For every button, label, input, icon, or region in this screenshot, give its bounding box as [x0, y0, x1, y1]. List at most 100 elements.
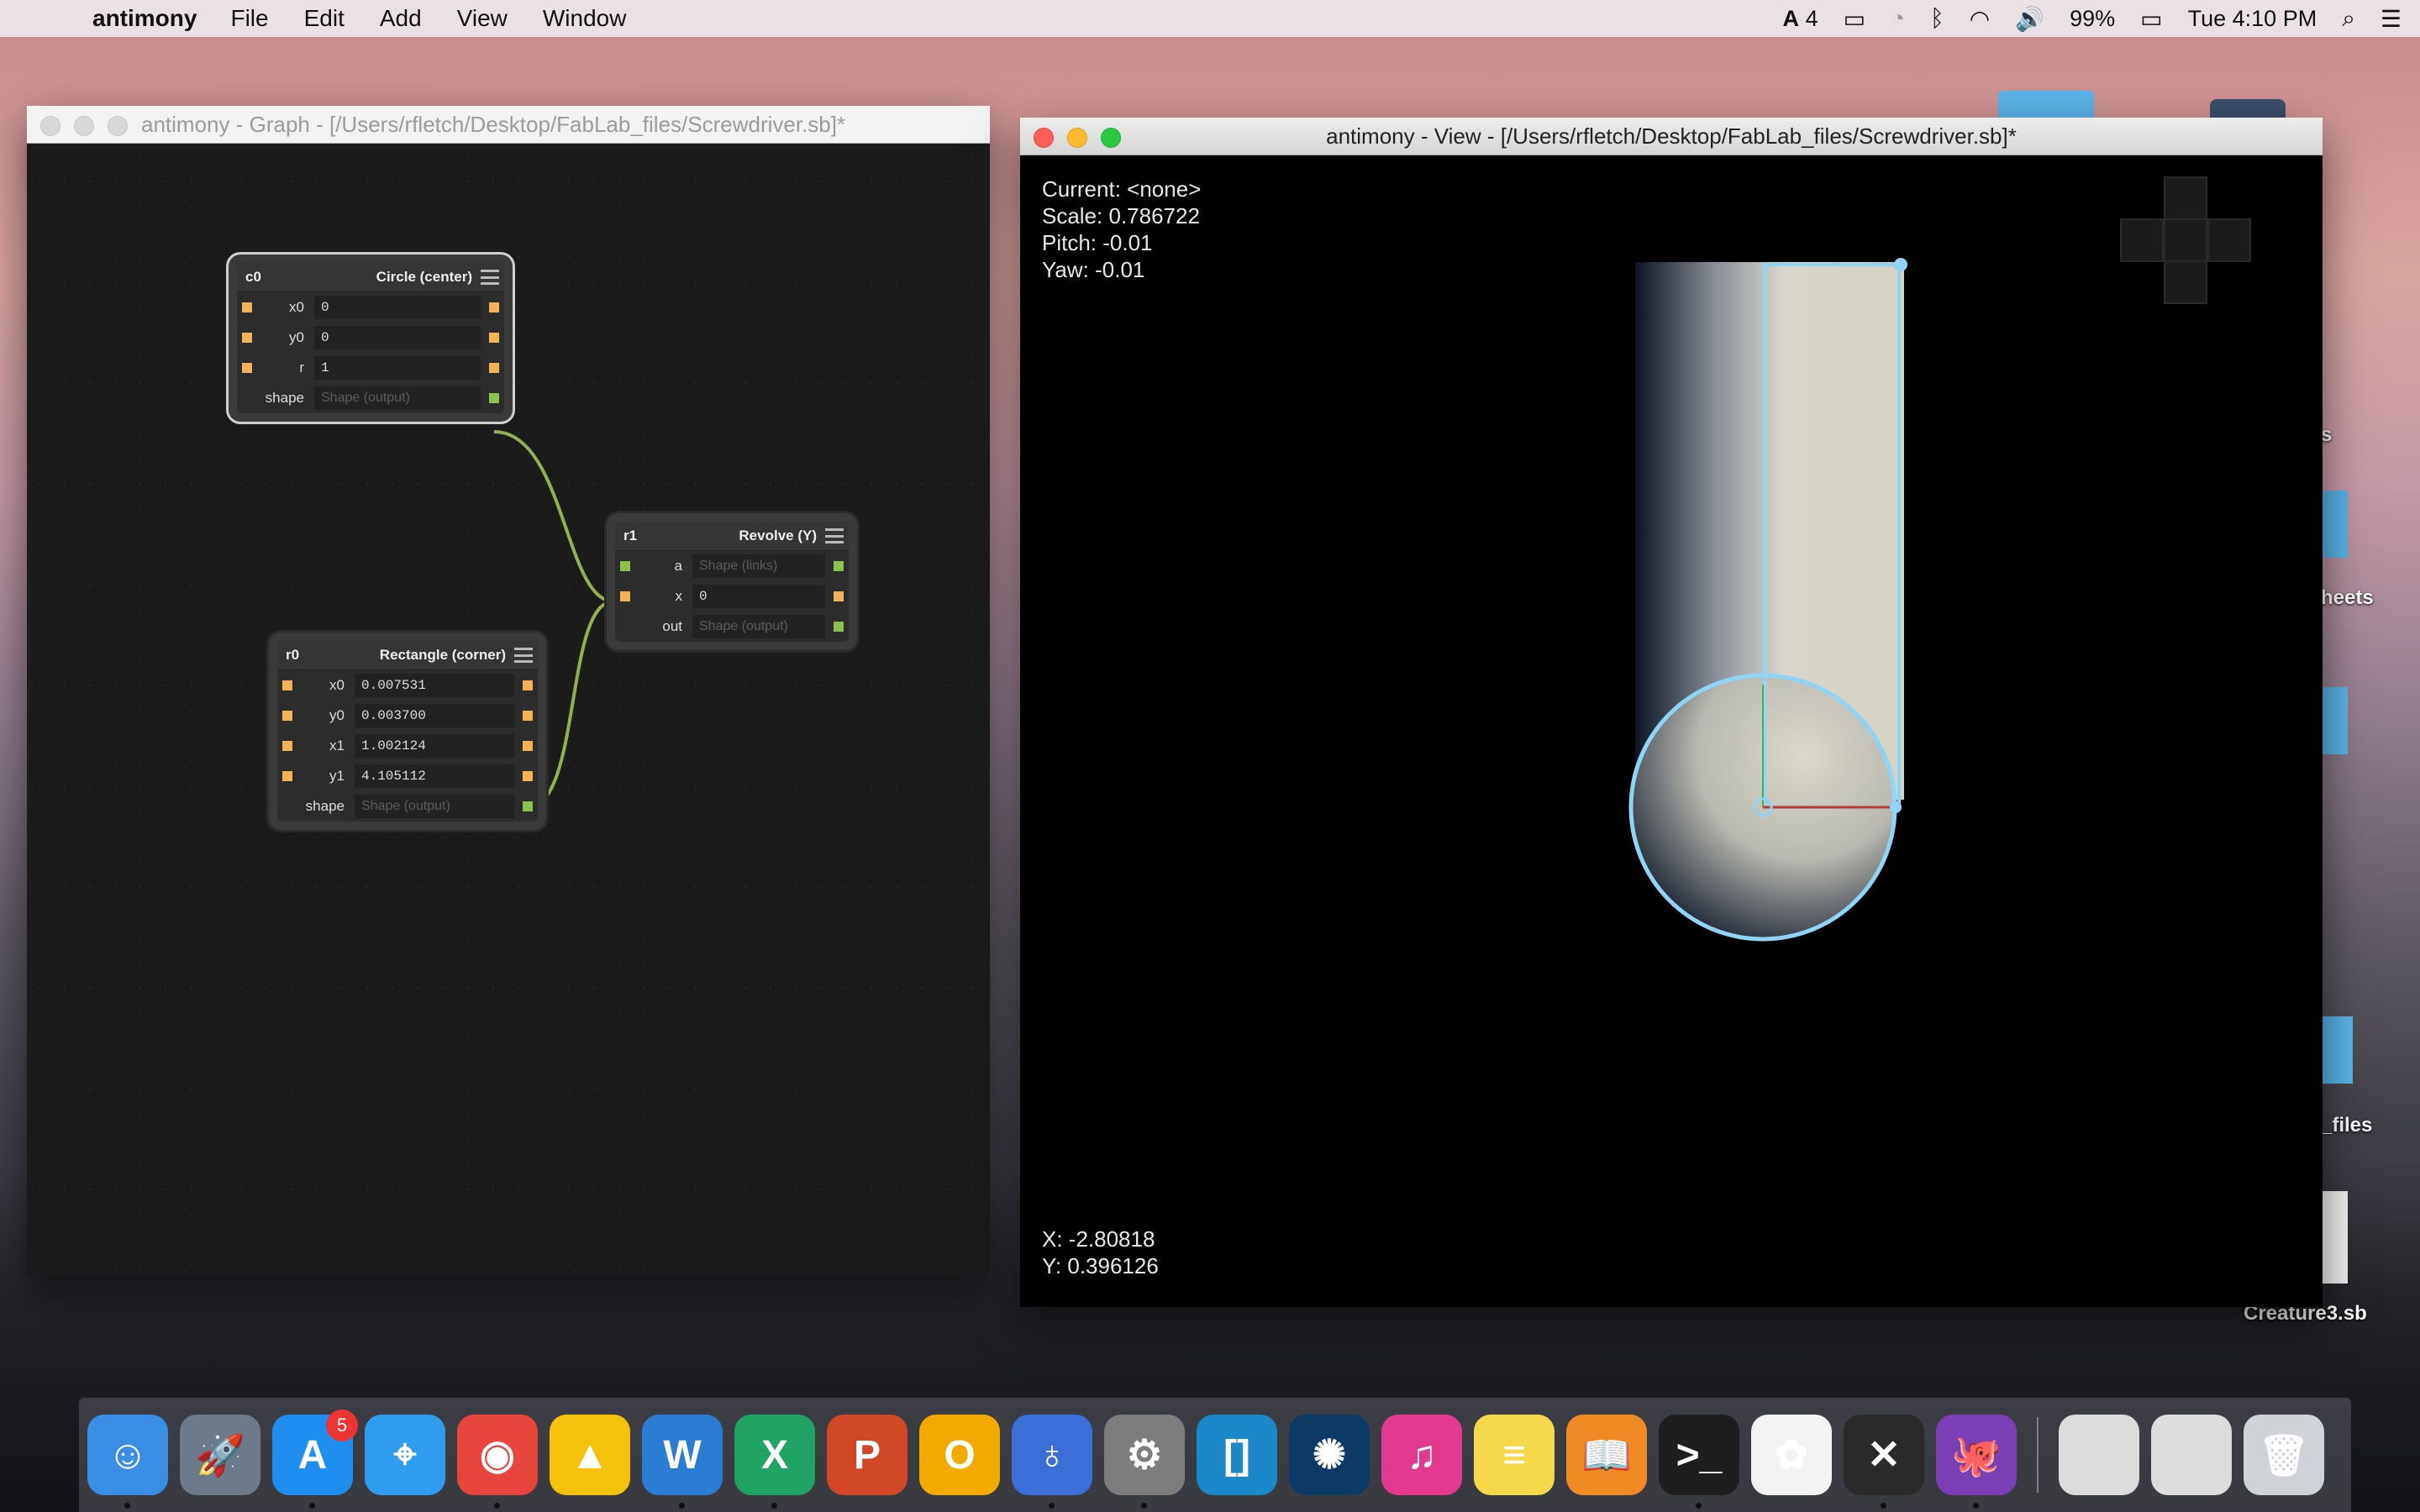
system-preferences-icon[interactable]: ⚙	[1104, 1415, 1185, 1509]
output-port[interactable]	[523, 741, 533, 751]
3d-viewport[interactable]: Current: <none> Scale: 0.786722 Pitch: -…	[1020, 155, 2323, 1307]
shape-output-port[interactable]	[834, 622, 844, 632]
output-port[interactable]	[834, 591, 844, 601]
field-value-input[interactable]: 1	[314, 356, 481, 380]
photos-icon[interactable]: ✿	[1751, 1415, 1832, 1495]
desktop-folder-icon-4[interactable]	[2323, 1016, 2353, 1084]
wifi-icon[interactable]: ◠	[1970, 5, 1990, 33]
node-c0-name: c0	[245, 269, 261, 285]
field-value-input[interactable]: 1.002124	[355, 734, 514, 758]
menu-view[interactable]: View	[457, 5, 508, 32]
input-port[interactable]	[282, 711, 292, 721]
menu-app-name[interactable]: antimony	[92, 5, 197, 32]
antimony-icon[interactable]: ♁	[1012, 1415, 1092, 1509]
output-port[interactable]	[523, 680, 533, 690]
hamburger-menu-icon[interactable]	[481, 270, 499, 285]
powerpoint-icon[interactable]: P	[827, 1415, 908, 1495]
running-indicator	[1881, 1503, 1886, 1509]
input-port[interactable]	[282, 771, 292, 781]
menu-edit[interactable]: Edit	[304, 5, 345, 32]
node-revolve-r1[interactable]: r1 Revolve (Y) a Shape (links) x0 out Shap…	[607, 513, 857, 650]
word-icon[interactable]: W	[642, 1415, 723, 1509]
desktop-file-icon[interactable]	[2323, 1191, 2348, 1284]
field-value-input[interactable]: 4.105112	[355, 764, 514, 788]
node-rectangle-r0[interactable]: r0 Rectangle (corner) x0 0.007531 y0 0.003…	[269, 633, 546, 830]
volume-icon[interactable]: 🔊	[2015, 5, 2044, 33]
spotlight-search-icon[interactable]: ⌕	[2342, 5, 2355, 33]
desktop-label-3[interactable]: _files	[2321, 1114, 2372, 1137]
hamburger-menu-icon[interactable]	[514, 648, 533, 663]
desktop-label-2[interactable]: heets	[2321, 586, 2374, 610]
screenshot-thumb-1-icon[interactable]	[2059, 1415, 2139, 1495]
output-port[interactable]	[489, 333, 499, 343]
dock-separator	[2037, 1417, 2039, 1493]
hamburger-menu-icon[interactable]	[825, 528, 844, 543]
itunes-icon[interactable]: ♫	[1381, 1415, 1462, 1495]
graph-window-title: antimony - Graph - [/Users/rfletch/Deskt…	[141, 111, 846, 137]
airplay-icon[interactable]: ▭	[1844, 5, 1865, 33]
input-port[interactable]	[282, 741, 292, 751]
menu-window[interactable]: Window	[543, 5, 627, 32]
excel-icon[interactable]: X	[734, 1415, 815, 1509]
node-r0-header[interactable]: r0 Rectangle (corner)	[277, 641, 538, 670]
app-store-icon[interactable]: A5	[272, 1410, 358, 1509]
node-c0-header[interactable]: c0 Circle (center)	[237, 263, 504, 292]
brackets-icon[interactable]: []	[1197, 1415, 1277, 1495]
shape-output-port[interactable]	[489, 393, 499, 403]
input-port[interactable]	[242, 333, 252, 343]
view-window-titlebar[interactable]: antimony - View - [/Users/rfletch/Deskto…	[1020, 118, 2323, 155]
chrome-icon[interactable]: ◉	[457, 1415, 538, 1509]
field-value-input[interactable]: 0	[314, 296, 481, 319]
battery-percent[interactable]: 99%	[2070, 6, 2115, 32]
terminal-icon[interactable]: >_	[1659, 1415, 1739, 1509]
input-port[interactable]	[242, 363, 252, 373]
graph-window-titlebar[interactable]: antimony - Graph - [/Users/rfletch/Deskt…	[27, 106, 990, 144]
launchpad-icon[interactable]: 🚀	[180, 1415, 260, 1495]
close-button[interactable]	[40, 116, 60, 136]
input-port[interactable]	[620, 591, 630, 601]
menu-add[interactable]: Add	[380, 5, 422, 32]
finder-icon[interactable]: ☺	[87, 1415, 168, 1509]
output-port[interactable]	[523, 711, 533, 721]
node-circle-c0[interactable]: c0 Circle (center) x0 0 y0 0 r1 shape Shape…	[229, 255, 513, 422]
notes-icon[interactable]: ≡	[1474, 1415, 1555, 1495]
time-machine-icon[interactable]: ◔	[1891, 5, 1905, 32]
input-port[interactable]	[242, 302, 252, 312]
node-r1-header[interactable]: r1 Revolve (Y)	[615, 522, 849, 551]
rendered-model[interactable]	[1020, 155, 2323, 1307]
adobe-cc-icon[interactable]: A 4	[1783, 6, 1818, 32]
shape-output-port[interactable]	[523, 801, 533, 811]
github-desktop-icon[interactable]: 🐙	[1936, 1415, 2017, 1509]
outlook-icon[interactable]: O	[919, 1415, 1000, 1495]
battery-icon[interactable]: ▭	[2140, 5, 2162, 33]
output-port[interactable]	[523, 771, 533, 781]
desktop-label-1[interactable]: s	[2321, 423, 2332, 447]
graph-canvas[interactable]: c0 Circle (center) x0 0 y0 0 r1 shape Shape…	[27, 144, 990, 1275]
output-port[interactable]	[489, 302, 499, 312]
ibooks-icon[interactable]: 📖	[1566, 1415, 1647, 1495]
notification-center-icon[interactable]: ☰	[2381, 5, 2402, 33]
output-port[interactable]	[489, 363, 499, 373]
desktop-folder-icon-3[interactable]	[2323, 687, 2348, 754]
screenshot-thumb-2-icon[interactable]	[2151, 1415, 2232, 1495]
zoom-button[interactable]	[108, 116, 128, 136]
field-value-input[interactable]: 0.007531	[355, 674, 514, 697]
bluetooth-icon[interactable]: ᛒ	[1930, 5, 1944, 32]
input-port[interactable]	[282, 680, 292, 690]
battle-net-icon[interactable]: ✺	[1289, 1415, 1370, 1495]
field-value-input[interactable]: 0.003700	[355, 704, 514, 727]
field-value-input[interactable]: 0	[314, 326, 481, 349]
clock[interactable]: Tue 4:10 PM	[2188, 6, 2317, 32]
field-label: x0	[289, 299, 304, 315]
desktop-folder-icon-2[interactable]	[2323, 491, 2348, 558]
apple-menu-icon[interactable]	[32, 3, 62, 34]
trash-icon[interactable]: 🗑	[2244, 1415, 2324, 1495]
shape-output-port[interactable]	[834, 561, 844, 571]
field-value-input[interactable]: 0	[692, 585, 825, 608]
menu-file[interactable]: File	[230, 5, 268, 32]
google-drive-icon[interactable]: ▲	[550, 1415, 630, 1495]
x11-icon[interactable]: ✕	[1844, 1415, 1924, 1509]
safari-icon[interactable]: ⌖	[365, 1415, 445, 1495]
shape-input-port[interactable]	[620, 561, 630, 571]
minimize-button[interactable]	[74, 116, 94, 136]
